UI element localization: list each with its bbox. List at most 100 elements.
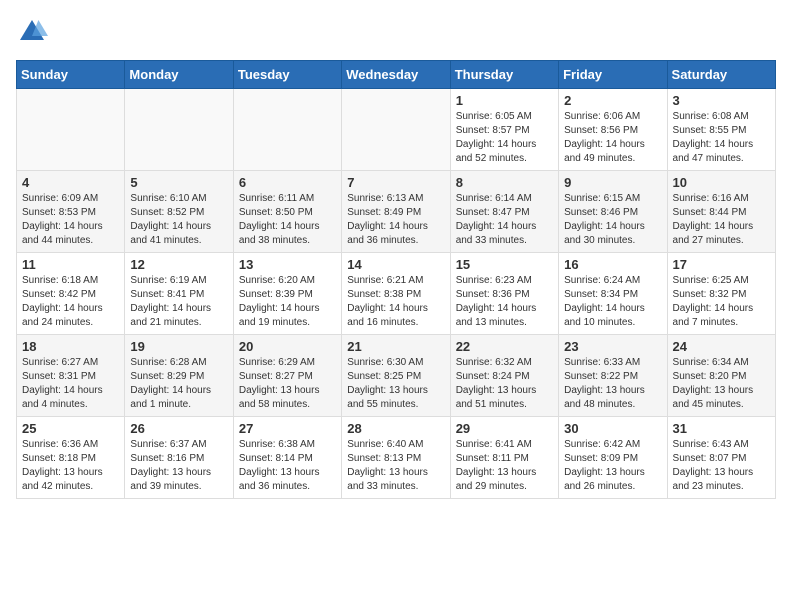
calendar-cell xyxy=(342,89,450,171)
day-info: Sunrise: 6:24 AMSunset: 8:34 PMDaylight:… xyxy=(564,274,661,330)
calendar-week-1: 1 Sunrise: 6:05 AMSunset: 8:57 PMDaylight… xyxy=(17,89,776,171)
day-number: 26 xyxy=(130,421,227,436)
day-info: Sunrise: 6:40 AMSunset: 8:13 PMDaylight:… xyxy=(347,438,444,494)
day-number: 12 xyxy=(130,257,227,272)
calendar-cell: 18 Sunrise: 6:27 AMSunset: 8:31 PMDayligh… xyxy=(17,335,125,417)
calendar-cell: 23Sunrise: 6:33 AMSunset: 8:22 PMDayligh… xyxy=(559,335,667,417)
calendar-cell: 25 Sunrise: 6:36 AMSunset: 8:18 PMDayligh… xyxy=(17,417,125,499)
day-info: Sunrise: 6:36 AMSunset: 8:18 PMDaylight:… xyxy=(22,438,119,494)
day-info: Sunrise: 6:13 AMSunset: 8:49 PMDaylight:… xyxy=(347,192,444,248)
calendar-cell: 17 Sunrise: 6:25 AMSunset: 8:32 PMDayligh… xyxy=(667,253,775,335)
calendar-cell: 20 Sunrise: 6:29 AMSunset: 8:27 PMDayligh… xyxy=(233,335,341,417)
calendar-week-2: 4Sunrise: 6:09 AMSunset: 8:53 PMDaylight… xyxy=(17,171,776,253)
day-info: Sunrise: 6:38 AMSunset: 8:14 PMDaylight:… xyxy=(239,438,336,494)
calendar-cell: 8 Sunrise: 6:14 AMSunset: 8:47 PMDaylight… xyxy=(450,171,558,253)
calendar-table: SundayMondayTuesdayWednesdayThursdayFrid… xyxy=(16,60,776,499)
column-header-tuesday: Tuesday xyxy=(233,61,341,89)
day-info: Sunrise: 6:34 AMSunset: 8:20 PMDaylight:… xyxy=(673,356,770,412)
calendar-cell: 30 Sunrise: 6:42 AMSunset: 8:09 PMDayligh… xyxy=(559,417,667,499)
day-number: 10 xyxy=(673,175,770,190)
day-number: 17 xyxy=(673,257,770,272)
day-number: 2 xyxy=(564,93,661,108)
calendar-cell: 6Sunrise: 6:11 AMSunset: 8:50 PMDaylight… xyxy=(233,171,341,253)
day-info: Sunrise: 6:29 AMSunset: 8:27 PMDaylight:… xyxy=(239,356,336,412)
logo-icon xyxy=(16,16,48,48)
calendar-week-5: 25 Sunrise: 6:36 AMSunset: 8:18 PMDayligh… xyxy=(17,417,776,499)
day-info: Sunrise: 6:18 AMSunset: 8:42 PMDaylight:… xyxy=(22,274,119,330)
day-number: 1 xyxy=(456,93,553,108)
calendar-cell: 24 Sunrise: 6:34 AMSunset: 8:20 PMDayligh… xyxy=(667,335,775,417)
day-info: Sunrise: 6:14 AMSunset: 8:47 PMDaylight:… xyxy=(456,192,553,248)
calendar-header-row: SundayMondayTuesdayWednesdayThursdayFrid… xyxy=(17,61,776,89)
day-info: Sunrise: 6:42 AMSunset: 8:09 PMDaylight:… xyxy=(564,438,661,494)
calendar-cell: 3 Sunrise: 6:08 AMSunset: 8:55 PMDaylight… xyxy=(667,89,775,171)
column-header-sunday: Sunday xyxy=(17,61,125,89)
day-info: Sunrise: 6:32 AMSunset: 8:24 PMDaylight:… xyxy=(456,356,553,412)
calendar-cell: 21Sunrise: 6:30 AMSunset: 8:25 PMDayligh… xyxy=(342,335,450,417)
column-header-saturday: Saturday xyxy=(667,61,775,89)
day-info: Sunrise: 6:15 AMSunset: 8:46 PMDaylight:… xyxy=(564,192,661,248)
day-number: 7 xyxy=(347,175,444,190)
column-header-wednesday: Wednesday xyxy=(342,61,450,89)
calendar-cell: 22Sunrise: 6:32 AMSunset: 8:24 PMDayligh… xyxy=(450,335,558,417)
day-info: Sunrise: 6:21 AMSunset: 8:38 PMDaylight:… xyxy=(347,274,444,330)
day-info: Sunrise: 6:10 AMSunset: 8:52 PMDaylight:… xyxy=(130,192,227,248)
day-number: 16 xyxy=(564,257,661,272)
calendar-cell: 28 Sunrise: 6:40 AMSunset: 8:13 PMDayligh… xyxy=(342,417,450,499)
day-number: 6 xyxy=(239,175,336,190)
day-number: 28 xyxy=(347,421,444,436)
day-info: Sunrise: 6:41 AMSunset: 8:11 PMDaylight:… xyxy=(456,438,553,494)
column-header-monday: Monday xyxy=(125,61,233,89)
day-info: Sunrise: 6:25 AMSunset: 8:32 PMDaylight:… xyxy=(673,274,770,330)
day-number: 4 xyxy=(22,175,119,190)
day-info: Sunrise: 6:08 AMSunset: 8:55 PMDaylight:… xyxy=(673,110,770,166)
calendar-week-4: 18 Sunrise: 6:27 AMSunset: 8:31 PMDayligh… xyxy=(17,335,776,417)
logo xyxy=(16,16,52,48)
calendar-week-3: 11 Sunrise: 6:18 AMSunset: 8:42 PMDayligh… xyxy=(17,253,776,335)
day-number: 19 xyxy=(130,339,227,354)
day-info: Sunrise: 6:06 AMSunset: 8:56 PMDaylight:… xyxy=(564,110,661,166)
calendar-cell: 2 Sunrise: 6:06 AMSunset: 8:56 PMDaylight… xyxy=(559,89,667,171)
day-number: 25 xyxy=(22,421,119,436)
column-header-friday: Friday xyxy=(559,61,667,89)
day-info: Sunrise: 6:27 AMSunset: 8:31 PMDaylight:… xyxy=(22,356,119,412)
day-info: Sunrise: 6:05 AMSunset: 8:57 PMDaylight:… xyxy=(456,110,553,166)
day-number: 21 xyxy=(347,339,444,354)
day-info: Sunrise: 6:23 AMSunset: 8:36 PMDaylight:… xyxy=(456,274,553,330)
calendar-cell: 9 Sunrise: 6:15 AMSunset: 8:46 PMDaylight… xyxy=(559,171,667,253)
day-number: 5 xyxy=(130,175,227,190)
calendar-cell: 11 Sunrise: 6:18 AMSunset: 8:42 PMDayligh… xyxy=(17,253,125,335)
day-number: 18 xyxy=(22,339,119,354)
calendar-cell xyxy=(125,89,233,171)
day-number: 3 xyxy=(673,93,770,108)
day-number: 13 xyxy=(239,257,336,272)
day-info: Sunrise: 6:37 AMSunset: 8:16 PMDaylight:… xyxy=(130,438,227,494)
day-number: 30 xyxy=(564,421,661,436)
calendar-cell: 5 Sunrise: 6:10 AMSunset: 8:52 PMDaylight… xyxy=(125,171,233,253)
calendar-cell: 14Sunrise: 6:21 AMSunset: 8:38 PMDayligh… xyxy=(342,253,450,335)
day-info: Sunrise: 6:43 AMSunset: 8:07 PMDaylight:… xyxy=(673,438,770,494)
page-header xyxy=(16,16,776,48)
calendar-cell xyxy=(17,89,125,171)
day-info: Sunrise: 6:20 AMSunset: 8:39 PMDaylight:… xyxy=(239,274,336,330)
day-number: 24 xyxy=(673,339,770,354)
day-number: 8 xyxy=(456,175,553,190)
calendar-cell: 1 Sunrise: 6:05 AMSunset: 8:57 PMDaylight… xyxy=(450,89,558,171)
day-number: 20 xyxy=(239,339,336,354)
column-header-thursday: Thursday xyxy=(450,61,558,89)
calendar-cell: 27Sunrise: 6:38 AMSunset: 8:14 PMDayligh… xyxy=(233,417,341,499)
calendar-cell xyxy=(233,89,341,171)
day-number: 23 xyxy=(564,339,661,354)
day-number: 11 xyxy=(22,257,119,272)
day-number: 9 xyxy=(564,175,661,190)
calendar-cell: 16 Sunrise: 6:24 AMSunset: 8:34 PMDayligh… xyxy=(559,253,667,335)
day-info: Sunrise: 6:28 AMSunset: 8:29 PMDaylight:… xyxy=(130,356,227,412)
calendar-cell: 26 Sunrise: 6:37 AMSunset: 8:16 PMDayligh… xyxy=(125,417,233,499)
day-info: Sunrise: 6:16 AMSunset: 8:44 PMDaylight:… xyxy=(673,192,770,248)
calendar-cell: 12 Sunrise: 6:19 AMSunset: 8:41 PMDayligh… xyxy=(125,253,233,335)
day-info: Sunrise: 6:19 AMSunset: 8:41 PMDaylight:… xyxy=(130,274,227,330)
calendar-cell: 31Sunrise: 6:43 AMSunset: 8:07 PMDayligh… xyxy=(667,417,775,499)
day-number: 29 xyxy=(456,421,553,436)
calendar-cell: 19 Sunrise: 6:28 AMSunset: 8:29 PMDayligh… xyxy=(125,335,233,417)
calendar-cell: 10 Sunrise: 6:16 AMSunset: 8:44 PMDayligh… xyxy=(667,171,775,253)
